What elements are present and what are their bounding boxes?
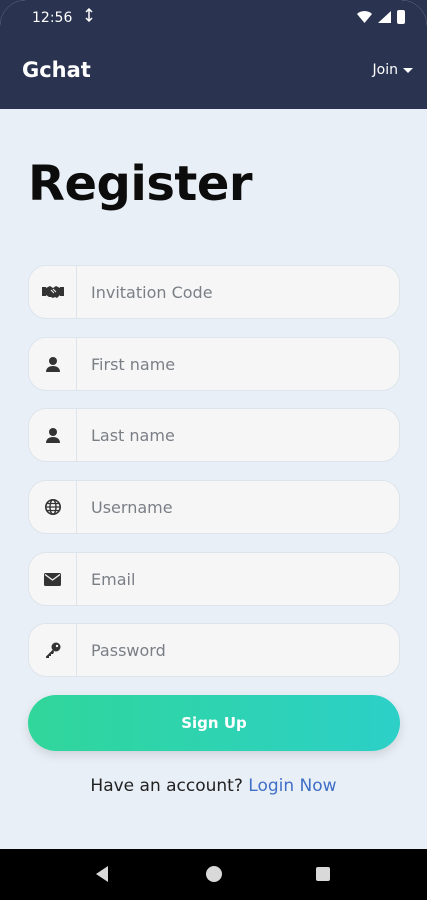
status-time: 12:56 — [32, 10, 73, 26]
login-prompt-text: Have an account? — [90, 776, 243, 796]
last-name-field[interactable] — [28, 408, 400, 462]
envelope-icon — [29, 553, 77, 605]
battery-icon — [397, 10, 405, 24]
login-now-link[interactable]: Login Now — [248, 776, 336, 796]
signal-icon — [378, 11, 391, 23]
password-field[interactable] — [28, 623, 400, 677]
login-prompt: Have an account? Login Now — [0, 776, 427, 796]
join-menu-button[interactable]: Join — [373, 62, 413, 78]
status-icons — [357, 10, 405, 24]
first-name-input[interactable] — [77, 338, 399, 390]
invitation-code-input[interactable] — [77, 266, 399, 318]
sync-icon — [84, 7, 94, 26]
app-screen: 12:56 Gchat Join Register Invitation Cod… — [0, 0, 427, 900]
app-header: 12:56 Gchat Join — [0, 0, 427, 109]
email-input[interactable] — [77, 553, 399, 605]
invitation-code-field[interactable] — [28, 265, 400, 319]
system-navigation-bar — [0, 849, 427, 900]
key-icon — [29, 624, 77, 676]
page-title: Register — [28, 156, 253, 212]
wifi-icon — [357, 11, 372, 23]
username-field[interactable] — [28, 480, 400, 534]
globe-icon — [29, 481, 77, 533]
caret-down-icon — [403, 67, 413, 73]
sign-up-button[interactable]: Sign Up — [28, 695, 400, 751]
recent-apps-icon[interactable] — [316, 867, 330, 881]
last-name-input[interactable] — [77, 409, 399, 461]
password-input[interactable] — [77, 624, 399, 676]
user-icon — [29, 338, 77, 390]
username-input[interactable] — [77, 481, 399, 533]
handshake-icon — [29, 266, 77, 318]
user-icon — [29, 409, 77, 461]
first-name-field[interactable] — [28, 337, 400, 391]
join-menu-label: Join — [372, 62, 398, 78]
email-field[interactable] — [28, 552, 400, 606]
back-icon[interactable] — [96, 866, 108, 882]
app-title: Gchat — [22, 58, 91, 82]
home-icon[interactable] — [206, 866, 222, 882]
status-bar: 12:56 — [0, 0, 427, 36]
